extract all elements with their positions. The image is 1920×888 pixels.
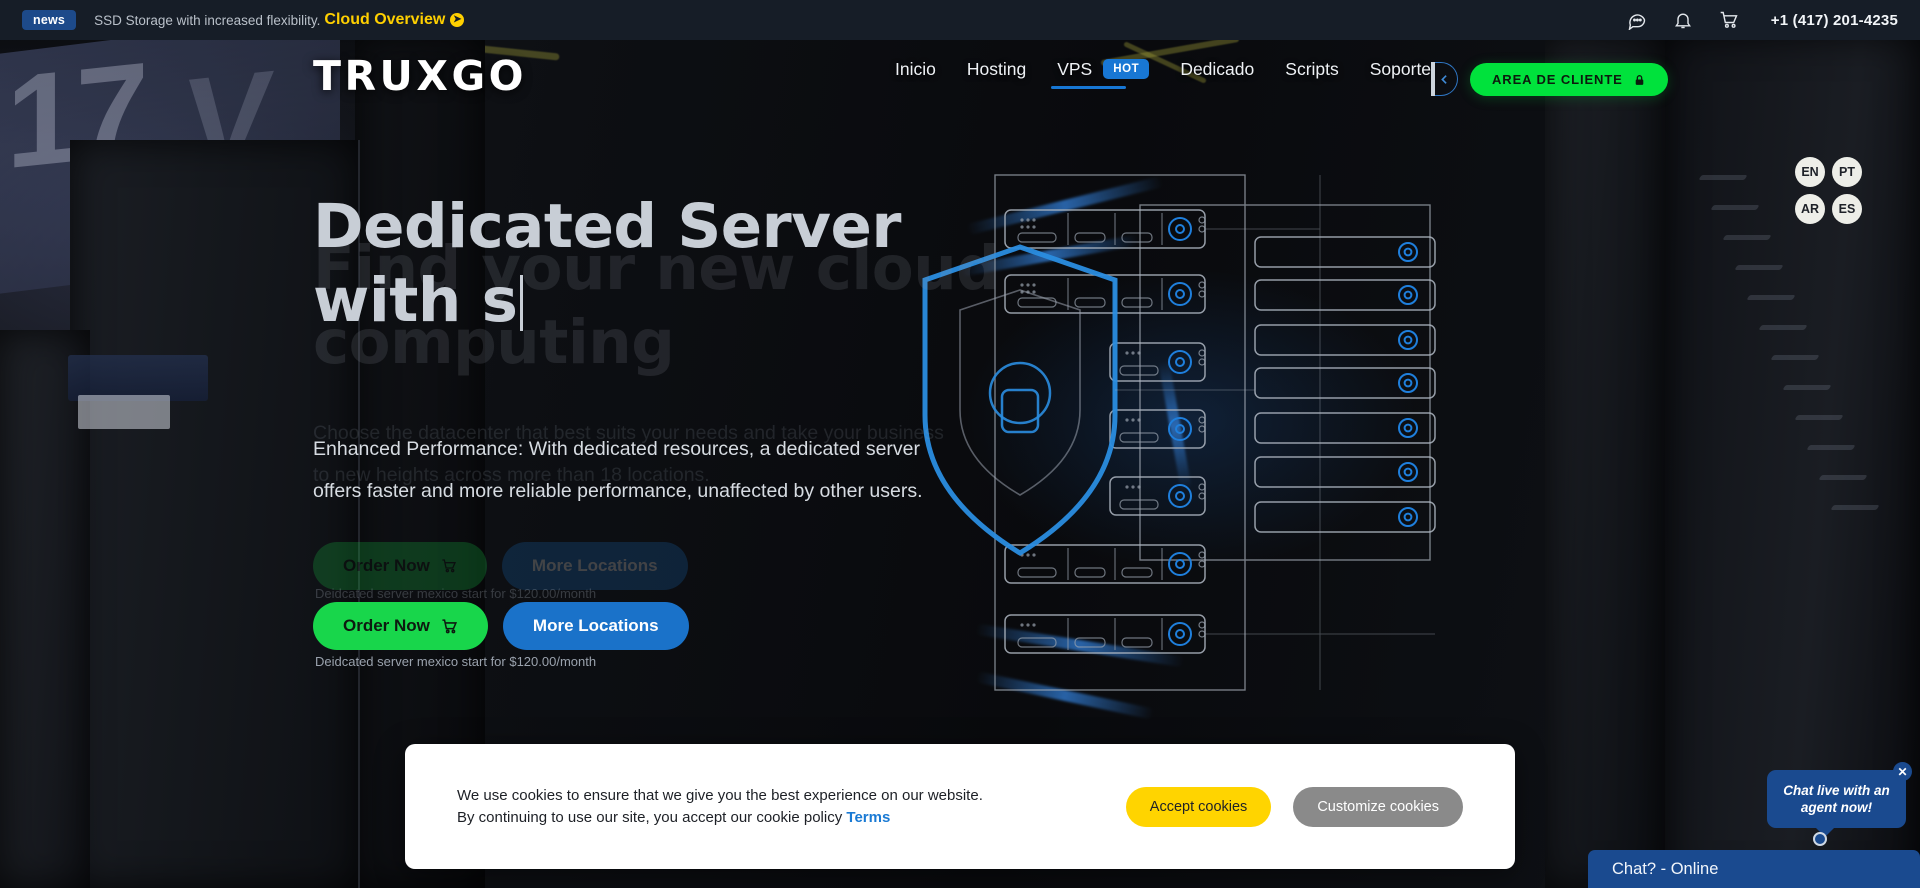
phone-number[interactable]: +1 (417) 201-4235 — [1771, 12, 1898, 29]
language-option-ar[interactable]: AR — [1795, 194, 1825, 224]
typing-caret — [520, 275, 524, 331]
language-option-pt[interactable]: PT — [1832, 157, 1862, 187]
cookie-line-1: We use cookies to ensure that we give yo… — [457, 786, 983, 804]
cookie-line-2: By continuing to use our site, you accep… — [457, 807, 983, 829]
order-now-button-ghost: Order Now — [313, 542, 487, 590]
hero-actions-wrap: Order Now More Locations Deidcated serve… — [313, 542, 993, 669]
terms-link[interactable]: Terms — [846, 809, 890, 826]
customize-cookies-button[interactable]: Customize cookies — [1293, 786, 1463, 827]
hero-subtitle-wrap: Choose the datacenter that best suits yo… — [313, 422, 993, 538]
language-option-en[interactable]: EN — [1795, 157, 1825, 187]
cookie-banner: We use cookies to ensure that we give yo… — [405, 744, 1515, 869]
announcement-text: SSD Storage with increased flexibility. — [94, 12, 321, 28]
chat-invite-text: Chat live with an agent now! — [1783, 783, 1890, 815]
news-badge: news — [22, 10, 77, 30]
more-locations-button[interactable]: More Locations — [502, 602, 689, 650]
hero-headline-wrap: Find your new cloud computing Dedicated … — [313, 190, 1000, 420]
hero-actions-previous: Order Now More Locations — [313, 542, 688, 590]
server-rack — [0, 330, 90, 888]
hero-actions: Order Now More Locations — [313, 602, 689, 650]
server-rack — [1665, 34, 1920, 888]
accept-cookies-button[interactable]: Accept cookies — [1125, 786, 1272, 827]
hero-headline-text: Dedicated Server with s — [313, 191, 901, 336]
hero-headline: Dedicated Server with s — [313, 190, 1013, 338]
more-locations-button-ghost: More Locations — [501, 542, 688, 590]
chat-status-label: Chat? - Online — [1612, 859, 1719, 878]
order-now-button[interactable]: Order Now — [313, 602, 488, 650]
main-navigation — [0, 40, 1920, 98]
arrow-right-icon: ➤ — [450, 13, 465, 27]
cart-icon — [442, 559, 456, 573]
order-now-label-ghost: Order Now — [343, 556, 430, 575]
cloud-overview-link[interactable]: Cloud Overview — [324, 11, 445, 29]
language-selector: EN PT AR ES — [1795, 157, 1863, 224]
order-now-label: Order Now — [343, 616, 430, 635]
chat-status-bar[interactable]: Chat? - Online — [1588, 850, 1920, 888]
chat-icon[interactable] — [1627, 10, 1647, 30]
cart-icon — [442, 618, 457, 633]
hero-price-note-previous: Deidcated server mexico start for $120.0… — [315, 586, 597, 601]
announcement-actions: +1 (417) 201-4235 — [1627, 10, 1898, 30]
close-icon[interactable]: ✕ — [1893, 762, 1912, 781]
bell-icon[interactable] — [1673, 10, 1693, 30]
cart-icon[interactable] — [1719, 10, 1739, 30]
cookie-message: We use cookies to ensure that we give yo… — [457, 785, 983, 829]
page-root: 17 V news SSD Storage with increased fle… — [0, 0, 1920, 888]
cookie-actions: Accept cookies Customize cookies — [1125, 786, 1463, 827]
hero-price-note: Deidcated server mexico start for $120.0… — [315, 654, 597, 669]
rack-label — [78, 395, 170, 429]
hero-section: Find your new cloud computing Dedicated … — [313, 190, 1000, 669]
hero-subtitle: Enhanced Performance: With dedicated res… — [313, 438, 923, 502]
chat-invite-bubble[interactable]: Chat live with an agent now! ✕ — [1767, 762, 1912, 837]
server-rack-illustration — [922, 174, 1600, 695]
cookie-line-2-text: By continuing to use our site, you accep… — [457, 808, 843, 826]
announcement-bar: news SSD Storage with increased flexibil… — [0, 0, 1920, 40]
chat-bubble-tail-dot — [1813, 832, 1827, 846]
language-option-es[interactable]: ES — [1832, 194, 1862, 224]
